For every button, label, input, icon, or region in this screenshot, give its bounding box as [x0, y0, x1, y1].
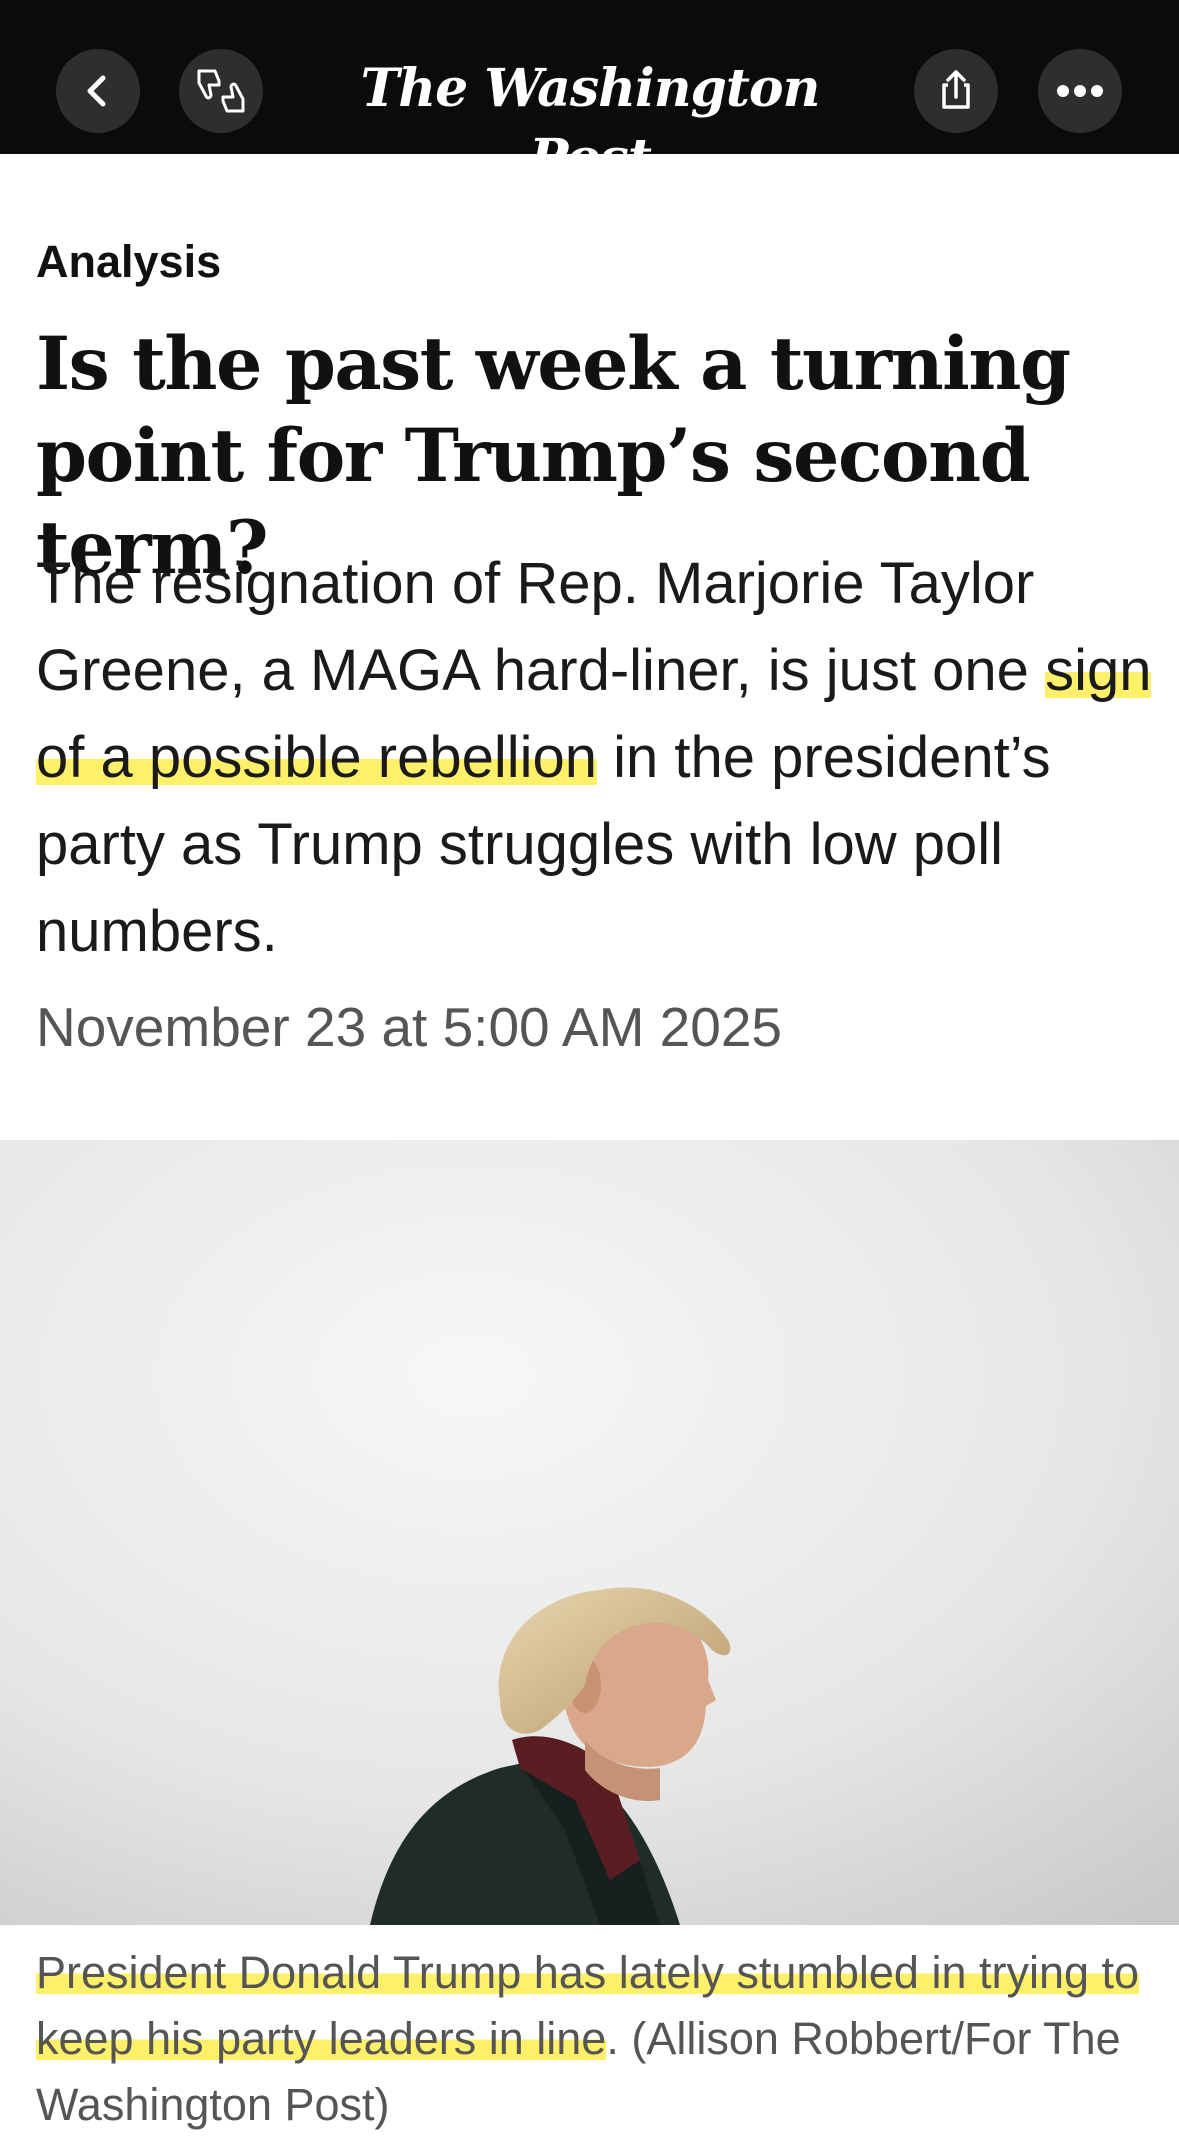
- more-horizontal-icon: [1057, 85, 1103, 97]
- share-icon: [942, 70, 970, 109]
- back-button[interactable]: [56, 49, 140, 133]
- article-photo[interactable]: [0, 1140, 1179, 1925]
- masthead-logo[interactable]: The Washington Post: [300, 54, 880, 194]
- thumbs-up-down-icon: [197, 69, 245, 113]
- dek-text-start: The resignation of Rep. Marjorie Taylor …: [36, 551, 1046, 703]
- trump-portrait-image: [0, 1140, 1179, 1925]
- chevron-left-icon: [87, 75, 106, 107]
- article-kicker[interactable]: Analysis: [36, 236, 221, 288]
- article-date: November 23 at 5:00 AM 2025: [36, 996, 783, 1058]
- top-bar: The Washington Post: [0, 0, 1179, 189]
- photo-caption: President Donald Trump has lately stumbl…: [36, 1940, 1146, 2138]
- article-dek: The resignation of Rep. Marjorie Taylor …: [36, 540, 1156, 975]
- reactions-button[interactable]: [179, 49, 263, 133]
- more-button[interactable]: [1038, 49, 1122, 133]
- share-button[interactable]: [914, 49, 998, 133]
